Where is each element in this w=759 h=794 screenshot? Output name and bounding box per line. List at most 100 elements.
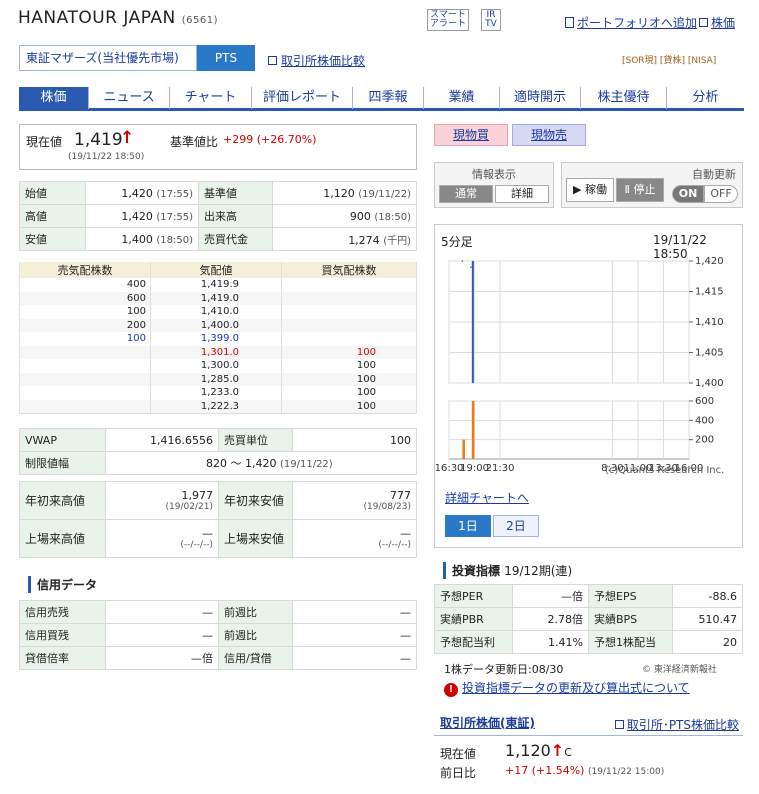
high-label: 高値 bbox=[19, 204, 86, 228]
ob-price: 1,410.0 bbox=[150, 305, 282, 319]
exchange-compare-link[interactable]: 取引所株価比較 bbox=[268, 52, 365, 69]
detail-view-button[interactable]: 詳細 bbox=[495, 185, 549, 203]
tab-shikiho[interactable]: 四季報 bbox=[352, 87, 423, 109]
price-tick-label: 1,400 bbox=[695, 378, 724, 389]
credit-title: 信用データ bbox=[28, 576, 97, 593]
price-chart: 16:3019:0021:30 8:30 11:0013:3016:001,4201… bbox=[435, 256, 724, 474]
display-title: 情報表示 bbox=[472, 168, 516, 181]
one-day-button[interactable]: 1日 bbox=[445, 515, 491, 537]
ob-price: 1,399.0 bbox=[150, 332, 282, 346]
document-icon bbox=[565, 17, 574, 28]
tab-analysis[interactable]: 分析 bbox=[666, 87, 744, 109]
exchange-title-link[interactable]: 取引所株価(東証) bbox=[440, 716, 535, 730]
ob-price: 1,419.9 bbox=[150, 278, 282, 292]
indicator-notice-link[interactable]: ! 投資指標データの更新及び算出式について bbox=[444, 679, 690, 697]
unit-value: 100 bbox=[292, 428, 417, 452]
table-row: 予想配当利 1.41% 予想1株配当 20 bbox=[434, 630, 743, 654]
base-label: 基準値 bbox=[198, 181, 273, 205]
summary-table: 始値 1,420 (17:55) 基準値 1,120 (19/11/22) 高値… bbox=[19, 181, 417, 251]
price-time: (19/11/22 18:50) bbox=[68, 152, 145, 162]
table-row: 200 1,400.0 bbox=[19, 318, 417, 332]
ob-price: 1,300.0 bbox=[150, 359, 282, 373]
display-panel: 情報表示 通常 詳細 bbox=[434, 162, 554, 208]
tab-benefits[interactable]: 株主優待 bbox=[580, 87, 666, 109]
market-tab-mothers[interactable]: 東証マザーズ(当社優先市場) bbox=[19, 45, 197, 71]
price-tick-label: 1,415 bbox=[695, 287, 724, 298]
exchange-prev-label: 前日比 bbox=[440, 766, 477, 780]
list-low-label: 上場来安値 bbox=[218, 519, 293, 558]
current-price-value: 1,419 bbox=[74, 130, 123, 150]
ytd-low-value: 777 (19/08/23) bbox=[292, 481, 417, 520]
yearly-table: 年初来高値 1,977 (19/02/21) 年初来安値 777 (19/08/23… bbox=[19, 481, 417, 558]
tab-chart[interactable]: チャート bbox=[169, 87, 251, 109]
price-tick-label: 1,420 bbox=[695, 256, 724, 267]
volume-tick-label: 400 bbox=[695, 415, 714, 426]
tab-disclosure[interactable]: 適時開示 bbox=[499, 87, 580, 109]
ir-tv-button[interactable]: IR TV bbox=[481, 9, 501, 31]
table-row: 貸借倍率 —倍 信用/貸借 — bbox=[19, 646, 417, 670]
limit-value: 820 〜 1,420 (19/11/22) bbox=[105, 451, 417, 475]
two-day-button[interactable]: 2日 bbox=[493, 515, 539, 537]
tab-results[interactable]: 業績 bbox=[423, 87, 499, 109]
ob-header-sell: 売気配株数 bbox=[19, 262, 151, 278]
price-point bbox=[470, 266, 472, 268]
table-row: 上場来高値 — (--/--/--) 上場来安値 — (--/--/--) bbox=[19, 519, 417, 558]
buy-button[interactable]: 現物買 bbox=[434, 124, 508, 146]
run-button[interactable]: ▶ 稼働 bbox=[566, 178, 614, 202]
price-link[interactable]: 株価 bbox=[699, 14, 735, 31]
ytd-high-value: 1,977 (19/02/21) bbox=[105, 481, 219, 520]
limit-label: 制限値幅 bbox=[19, 451, 106, 475]
ob-sell-qty: 400 bbox=[19, 278, 151, 292]
ob-sell-qty: 200 bbox=[19, 318, 151, 332]
sell-button[interactable]: 現物売 bbox=[512, 124, 586, 146]
table-row: 1,301.0 100 bbox=[19, 345, 417, 359]
table-row: 始値 1,420 (17:55) 基準値 1,120 (19/11/22) bbox=[19, 181, 417, 205]
stop-button[interactable]: Ⅱ 停止 bbox=[616, 178, 664, 202]
ob-sell-qty: 100 bbox=[19, 332, 151, 346]
ob-sell-qty bbox=[19, 386, 151, 400]
normal-view-button[interactable]: 通常 bbox=[439, 185, 493, 203]
ob-price: 1,233.0 bbox=[150, 386, 282, 400]
exchange-header: 取引所株価(東証) 取引所･PTS株価比較 bbox=[434, 714, 743, 736]
table-row: 100 1,410.0 bbox=[19, 305, 417, 319]
base-value: 1,120 (19/11/22) bbox=[272, 181, 417, 205]
on-toggle[interactable]: ON bbox=[672, 185, 704, 203]
ob-sell-qty: 100 bbox=[19, 305, 151, 319]
data-update-date: 1株データ更新日:08/30 bbox=[444, 663, 564, 676]
ob-price: 1,285.0 bbox=[150, 372, 282, 386]
ytd-low-label: 年初来安値 bbox=[218, 481, 293, 520]
table-row: 実績PBR 2.78倍 実績BPS 510.47 bbox=[434, 607, 743, 631]
ob-header-price: 気配値 bbox=[150, 262, 282, 278]
price-tick-label: 1,410 bbox=[695, 317, 724, 328]
ob-buy-qty bbox=[281, 332, 417, 346]
chart-panel: 5分足 19/11/22 18:50 16:30 19:00 21:30 8:30 11… bbox=[434, 224, 743, 548]
table-row: 年初来高値 1,977 (19/02/21) 年初来安値 777 (19/08/23… bbox=[19, 481, 417, 520]
table-row: 制限値幅 820 〜 1,420 (19/11/22) bbox=[19, 451, 417, 475]
ob-price: 1,301.0 bbox=[150, 345, 282, 359]
table-row: 安値 1,400 (18:50) 売買代金 1,274 (千円) bbox=[19, 227, 417, 251]
open-label: 始値 bbox=[19, 181, 86, 205]
volume-bar bbox=[471, 401, 475, 459]
exchange-compare-link-2[interactable]: 取引所･PTS株価比較 bbox=[614, 716, 739, 733]
volume-bar bbox=[462, 439, 465, 459]
up-arrow-icon: ↑ bbox=[550, 741, 565, 760]
portfolio-link[interactable]: ポートフォリオへ追加 bbox=[565, 14, 697, 31]
turnover-label: 売買代金 bbox=[198, 227, 273, 251]
ob-sell-qty bbox=[19, 399, 151, 413]
market-tab-pts[interactable]: PTS bbox=[197, 45, 255, 71]
smart-alert-button[interactable]: スマート アラート bbox=[427, 9, 469, 31]
chart-period: 5分足 bbox=[441, 235, 473, 249]
detail-chart-link[interactable]: 詳細チャートへ bbox=[445, 489, 529, 506]
tab-news[interactable]: ニュース bbox=[88, 87, 169, 109]
volume-tick-label: 200 bbox=[695, 435, 714, 446]
up-arrow-icon: ↑ bbox=[120, 128, 135, 148]
exchange-price: 1,120↑C bbox=[505, 741, 572, 760]
tab-price[interactable]: 株価 bbox=[19, 87, 88, 109]
ob-price: 1,222.3 bbox=[150, 399, 282, 413]
exchange-price-label: 現在値 bbox=[440, 747, 477, 761]
ob-buy-qty bbox=[281, 305, 417, 319]
off-toggle[interactable]: OFF bbox=[704, 185, 738, 203]
tab-report[interactable]: 評価レポート bbox=[251, 87, 352, 109]
ob-price: 1,419.0 bbox=[150, 291, 282, 305]
ob-buy-qty bbox=[281, 291, 417, 305]
